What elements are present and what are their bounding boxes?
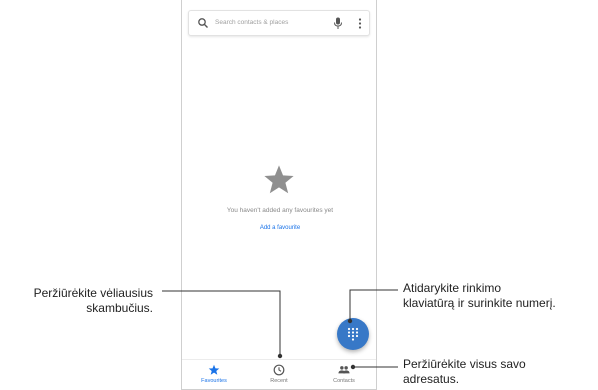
tab-recent[interactable]: Recent — [247, 360, 311, 390]
callout-recent-line-2: skambučius. — [86, 301, 153, 315]
tab-favourites[interactable]: Favourites — [182, 360, 246, 390]
tab-contacts[interactable]: Contacts — [312, 360, 376, 390]
dialpad-button[interactable] — [337, 318, 369, 350]
dialpad-icon — [347, 327, 359, 341]
star-icon — [208, 364, 220, 375]
tab-contacts-label: Contacts — [333, 378, 355, 384]
empty-favourites-star-icon — [264, 165, 294, 194]
phone-screen: Search contacts & places You haven't add… — [181, 0, 377, 390]
empty-state-message: You haven't added any favourites yet — [226, 207, 334, 214]
callout-dialpad: Atidarykite rinkimo klaviatūrą ir surink… — [403, 281, 556, 311]
callout-recent: Peržiūrėkite vėliausius skambučius. — [34, 286, 153, 316]
people-icon — [338, 366, 350, 374]
clock-icon — [273, 364, 285, 376]
more-options-icon[interactable] — [358, 17, 362, 30]
tab-recent-label: Recent — [270, 378, 288, 384]
microphone-icon[interactable] — [333, 17, 343, 30]
callout-contacts-line-2: adresatus. — [403, 372, 460, 386]
search-placeholder[interactable]: Search contacts & places — [215, 19, 288, 26]
bottom-navigation: Favourites Recent Contacts — [182, 359, 376, 390]
callout-recent-line-1: Peržiūrėkite vėliausius — [33, 286, 153, 300]
search-bar[interactable]: Search contacts & places — [188, 10, 370, 36]
tab-favourites-label: Favourites — [201, 378, 227, 384]
search-icon — [198, 18, 208, 28]
callout-contacts: Peržiūrėkite visus savo adresatus. — [403, 357, 526, 387]
callout-dialpad-line-1: Atidarykite rinkimo — [403, 281, 502, 295]
callout-dialpad-line-2: klaviatūrą ir surinkite numerį. — [403, 296, 556, 310]
add-favourite-link[interactable]: Add a favourite — [182, 225, 378, 231]
callout-contacts-line-1: Peržiūrėkite visus savo — [403, 357, 526, 371]
